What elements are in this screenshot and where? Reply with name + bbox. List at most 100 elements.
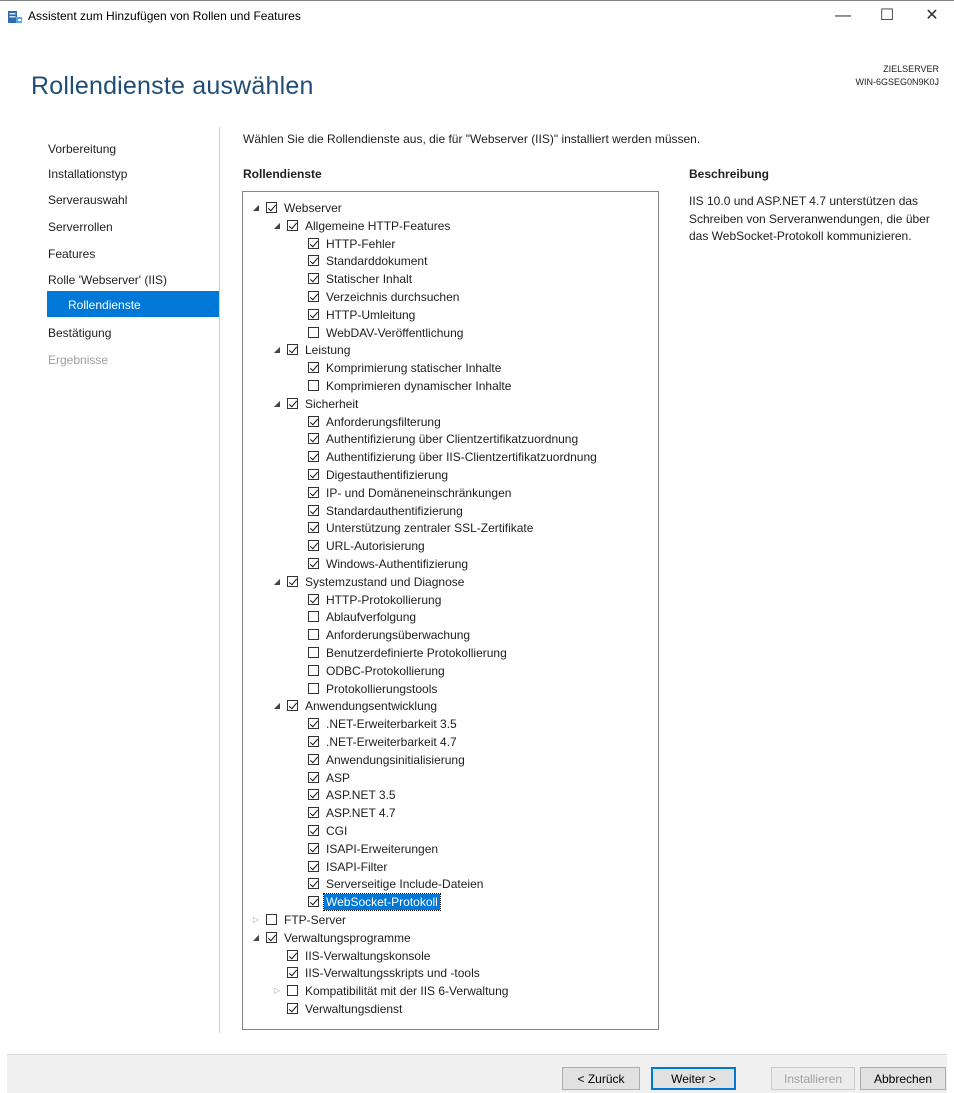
tree-node-label[interactable]: IP- und Domäneneinschränkungen	[324, 485, 513, 501]
tree-checkbox[interactable]	[308, 415, 319, 427]
tree-checkbox[interactable]	[308, 611, 319, 623]
tree-node-label[interactable]: Unterstützung zentraler SSL-Zertifikate	[324, 520, 535, 536]
tree-node-label[interactable]: Verwaltungsprogramme	[282, 930, 413, 946]
tree-node[interactable]: Anforderungsfilterung	[292, 413, 658, 431]
tree-node[interactable]: Verzeichnis durchsuchen	[292, 288, 658, 306]
tree-node[interactable]: ASP.NET 4.7	[292, 804, 658, 822]
tree-node-label[interactable]: IIS-Verwaltungsskripts und -tools	[303, 965, 482, 981]
tree-node-label[interactable]: Anwendungsinitialisierung	[324, 752, 467, 768]
tree-checkbox[interactable]	[308, 842, 319, 854]
tree-node[interactable]: CGI	[292, 822, 658, 840]
tree-node-label[interactable]: ASP	[324, 770, 352, 786]
next-button[interactable]: Weiter >	[651, 1067, 736, 1090]
tree-node[interactable]: Statischer Inhalt	[292, 270, 658, 288]
tree-checkbox[interactable]	[266, 914, 277, 925]
close-button[interactable]: ✕	[910, 1, 954, 31]
tree-checkbox[interactable]	[308, 789, 319, 801]
tree-node[interactable]: ◢ Sicherheit	[271, 395, 658, 413]
tree-checkbox[interactable]	[308, 647, 319, 658]
tree-node[interactable]: HTTP-Fehler	[292, 235, 658, 253]
tree-node-label[interactable]: Protokollierungstools	[324, 681, 439, 697]
role-services-tree[interactable]: ◢ Webserver ◢ Allgemeine HTTP-Features HTTP-…	[242, 191, 659, 1030]
tree-node[interactable]: ◢ Systemzustand und Diagnose	[271, 573, 658, 591]
tree-checkbox[interactable]	[308, 486, 319, 498]
nav-item-serverrollen[interactable]: Serverrollen	[48, 220, 113, 234]
expand-arrow-icon[interactable]: ▷	[250, 911, 262, 929]
minimize-button[interactable]: —	[821, 1, 865, 31]
collapse-arrow-icon[interactable]: ◢	[271, 573, 283, 591]
tree-node[interactable]: Protokollierungstools	[292, 680, 658, 698]
tree-checkbox[interactable]	[287, 985, 298, 997]
tree-node-label[interactable]: Digestauthentifizierung	[324, 467, 450, 483]
tree-node-label[interactable]: ISAPI-Filter	[324, 859, 389, 875]
tree-checkbox[interactable]	[308, 237, 319, 249]
tree-node[interactable]: IP- und Domäneneinschränkungen	[292, 484, 658, 502]
tree-node-label[interactable]: Systemzustand und Diagnose	[303, 574, 466, 590]
tree-node-label[interactable]: .NET-Erweiterbarkeit 3.5	[324, 716, 459, 732]
nav-item-installationstyp[interactable]: Installationstyp	[48, 167, 127, 181]
nav-item-bestaetigung[interactable]: Bestätigung	[48, 326, 111, 340]
tree-node-label[interactable]: Verzeichnis durchsuchen	[324, 289, 461, 305]
tree-checkbox[interactable]	[308, 629, 319, 641]
tree-node-label[interactable]: Sicherheit	[303, 396, 360, 412]
tree-checkbox[interactable]	[308, 558, 319, 569]
tree-node[interactable]: Komprimieren dynamischer Inhalte	[292, 377, 658, 395]
tree-node-label[interactable]: Authentifizierung über Clientzertifikatz…	[324, 431, 580, 447]
tree-node-label[interactable]: Anforderungsfilterung	[324, 414, 443, 430]
tree-node[interactable]: ODBC-Protokollierung	[292, 662, 658, 680]
tree-checkbox[interactable]	[287, 575, 298, 587]
tree-node[interactable]: Anforderungsüberwachung	[292, 626, 658, 644]
collapse-arrow-icon[interactable]: ◢	[250, 929, 262, 947]
tree-checkbox[interactable]	[308, 522, 319, 534]
tree-node-label[interactable]: WebSocket-Protokoll	[323, 893, 441, 912]
tree-node-label[interactable]: Authentifizierung über IIS-Clientzertifi…	[324, 449, 599, 465]
tree-checkbox[interactable]	[287, 967, 298, 979]
tree-checkbox[interactable]	[308, 308, 319, 320]
tree-checkbox[interactable]	[308, 433, 319, 445]
tree-checkbox[interactable]	[308, 255, 319, 267]
tree-node[interactable]: Authentifizierung über Clientzertifikatz…	[292, 430, 658, 448]
tree-node-label[interactable]: Standardauthentifizierung	[324, 503, 465, 519]
tree-node-label[interactable]: Komprimierung statischer Inhalte	[324, 360, 503, 376]
tree-node-label[interactable]: HTTP-Protokollierung	[324, 592, 443, 608]
tree-checkbox[interactable]	[287, 949, 298, 961]
tree-checkbox[interactable]	[266, 202, 277, 213]
tree-node[interactable]: IIS-Verwaltungskonsole	[271, 947, 658, 965]
collapse-arrow-icon[interactable]: ◢	[271, 341, 283, 359]
collapse-arrow-icon[interactable]: ◢	[271, 217, 283, 235]
tree-node[interactable]: Windows-Authentifizierung	[292, 555, 658, 573]
tree-node-label[interactable]: Kompatibilität mit der IIS 6-Verwaltung	[303, 983, 510, 999]
tree-checkbox[interactable]	[308, 540, 319, 552]
tree-checkbox[interactable]	[287, 397, 298, 409]
tree-node-label[interactable]: HTTP-Umleitung	[324, 307, 417, 323]
tree-node[interactable]: .NET-Erweiterbarkeit 4.7	[292, 733, 658, 751]
tree-checkbox[interactable]	[287, 219, 298, 231]
tree-node[interactable]: URL-Autorisierung	[292, 537, 658, 555]
tree-checkbox[interactable]	[308, 896, 319, 908]
tree-node-label[interactable]: Allgemeine HTTP-Features	[303, 218, 452, 234]
tree-checkbox[interactable]	[308, 878, 319, 890]
tree-checkbox[interactable]	[308, 736, 319, 747]
tree-node-label[interactable]: HTTP-Fehler	[324, 236, 397, 252]
tree-node-label[interactable]: ASP.NET 3.5	[324, 787, 398, 803]
tree-node[interactable]: Authentifizierung über IIS-Clientzertifi…	[292, 448, 658, 466]
tree-node-label[interactable]: ODBC-Protokollierung	[324, 663, 447, 679]
tree-checkbox[interactable]	[308, 664, 319, 676]
tree-node[interactable]: HTTP-Protokollierung	[292, 591, 658, 609]
tree-node[interactable]: Ablaufverfolgung	[292, 608, 658, 626]
tree-checkbox[interactable]	[308, 469, 319, 480]
expand-arrow-icon[interactable]: ▷	[271, 982, 283, 1000]
tree-checkbox[interactable]	[308, 753, 319, 765]
tree-node-label[interactable]: IIS-Verwaltungskonsole	[303, 948, 432, 964]
tree-checkbox[interactable]	[308, 451, 319, 463]
tree-node-label[interactable]: WebDAV-Veröffentlichung	[324, 325, 465, 341]
tree-node[interactable]: Unterstützung zentraler SSL-Zertifikate	[292, 519, 658, 537]
tree-node-label[interactable]: Leistung	[303, 342, 352, 358]
tree-node-label[interactable]: ASP.NET 4.7	[324, 805, 398, 821]
tree-node[interactable]: ◢ Verwaltungsprogramme	[250, 929, 658, 947]
tree-node[interactable]: ▷ Kompatibilität mit der IIS 6-Verwaltung	[271, 982, 658, 1000]
tree-node[interactable]: ◢ Leistung	[271, 341, 658, 359]
tree-node[interactable]: ASP	[292, 769, 658, 787]
tree-node[interactable]: ◢ Allgemeine HTTP-Features	[271, 217, 658, 235]
tree-node[interactable]: ASP.NET 3.5	[292, 786, 658, 804]
